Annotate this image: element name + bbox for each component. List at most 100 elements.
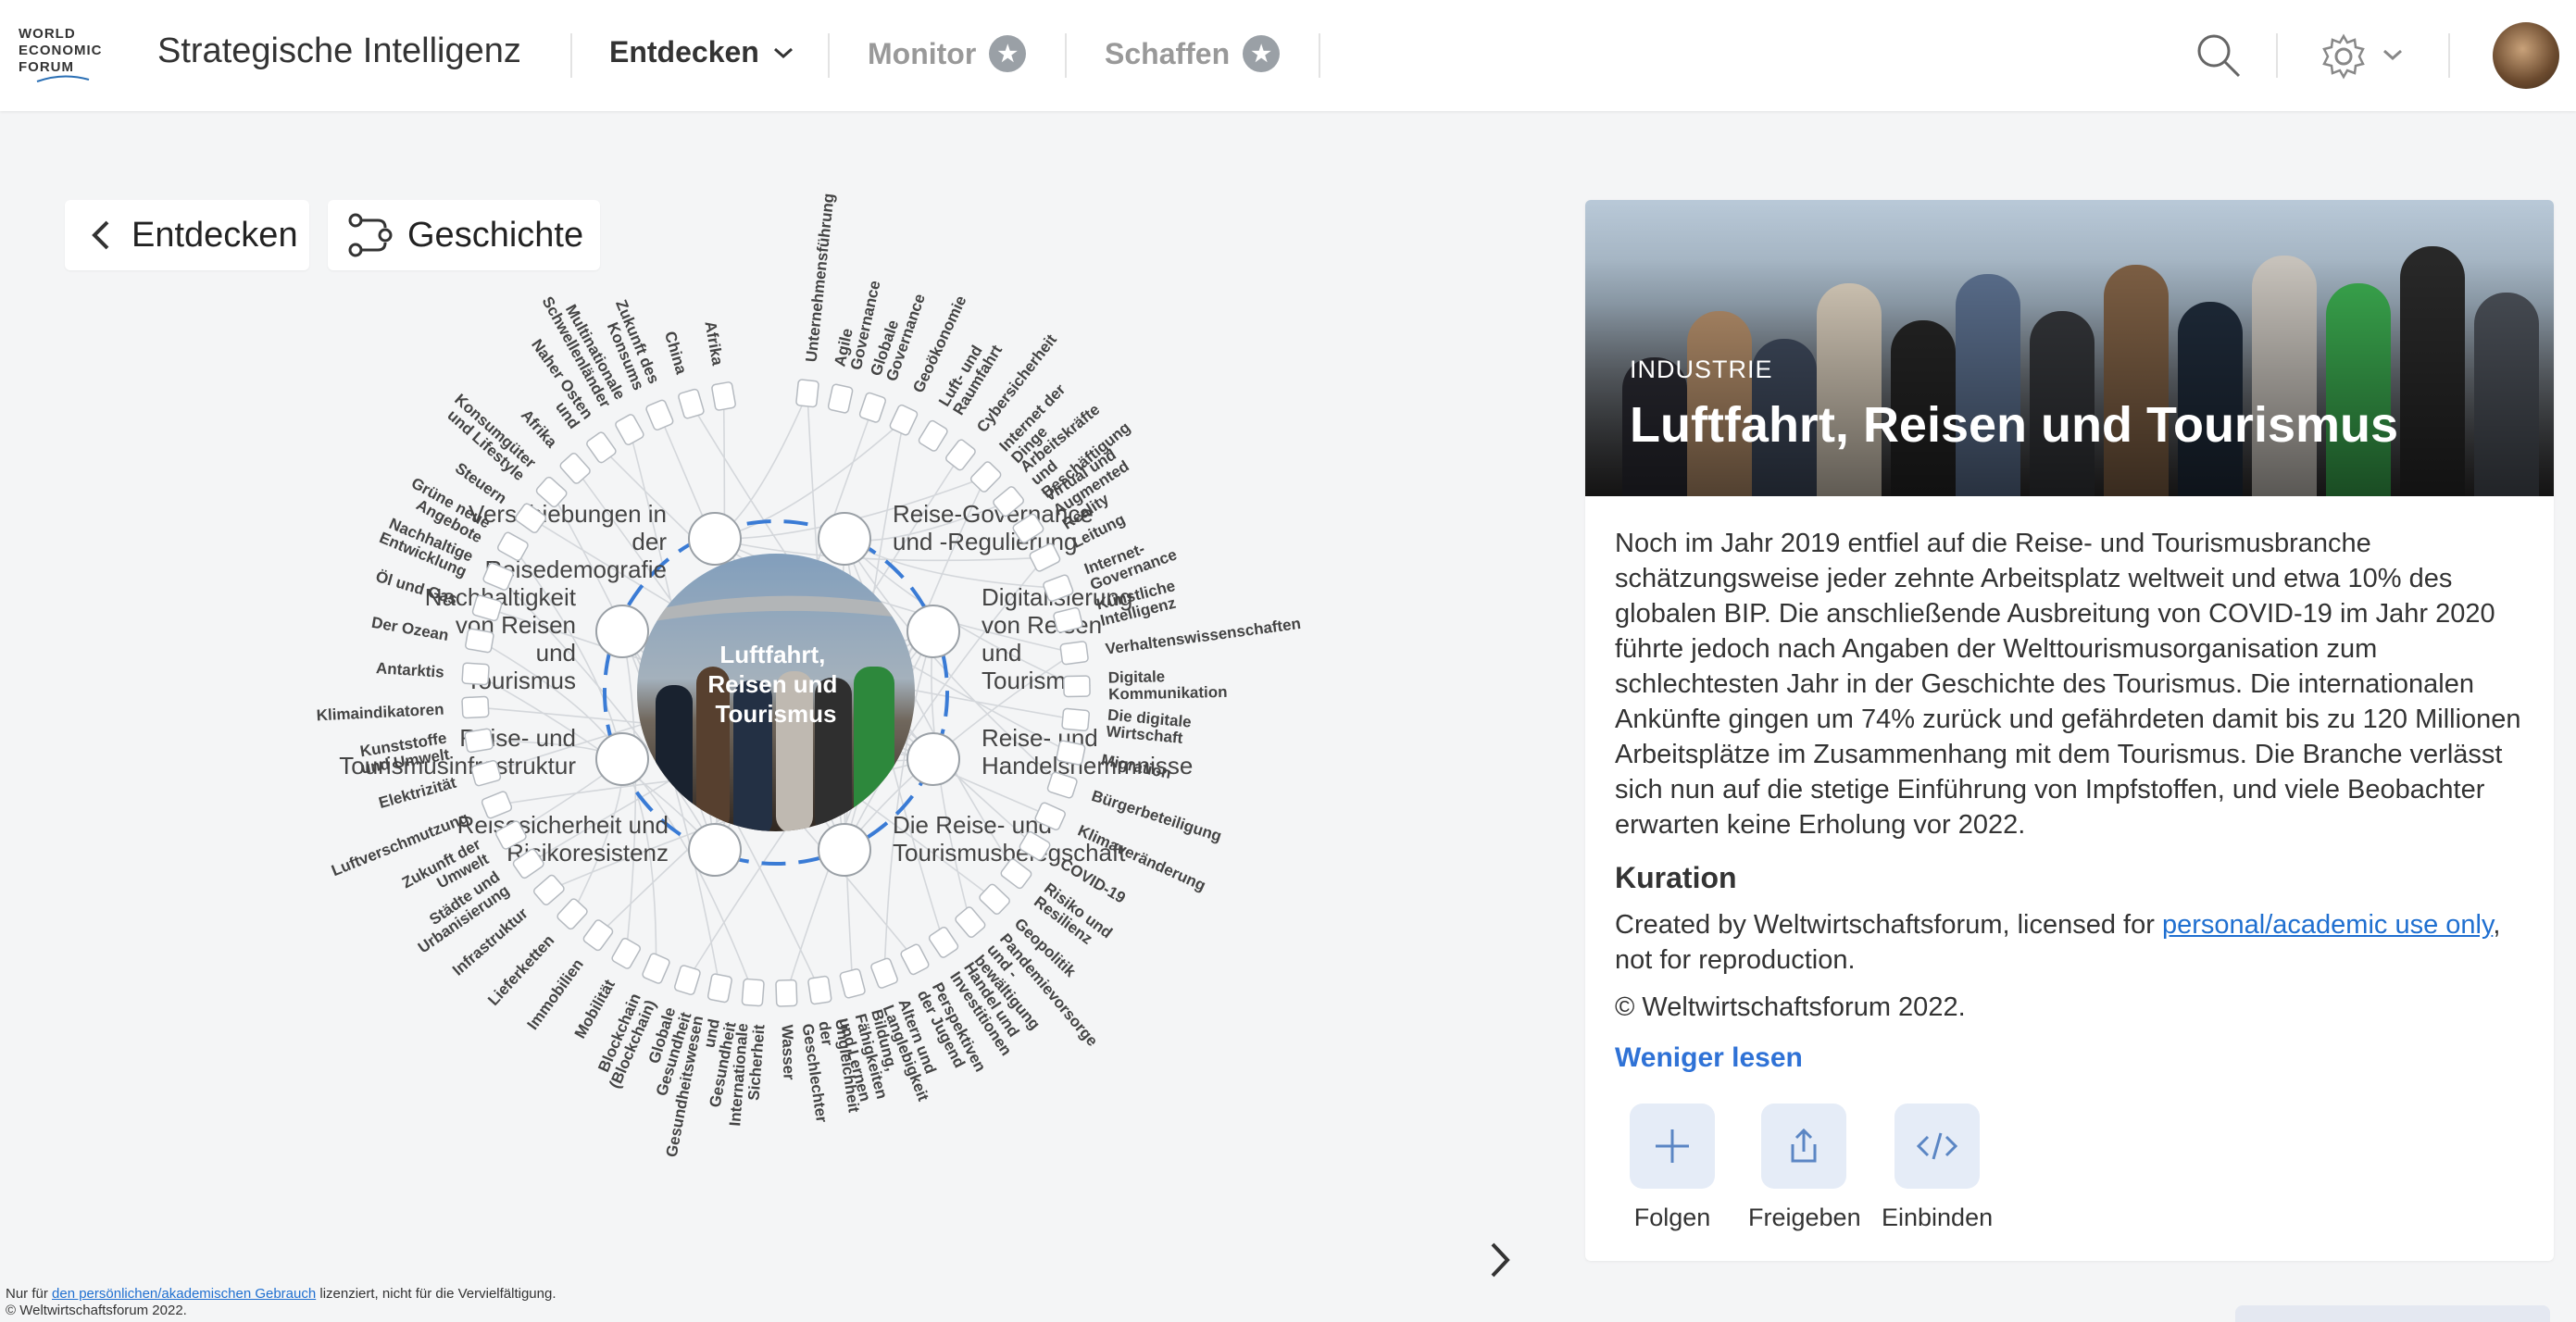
topic-node[interactable]	[707, 973, 732, 1004]
topic-node[interactable]	[889, 404, 919, 436]
topic-node[interactable]	[900, 943, 930, 976]
topic-node[interactable]	[711, 381, 736, 411]
read-less-link[interactable]: Weniger lesen	[1615, 1042, 1803, 1074]
topic-label-line: Der Ozean	[370, 614, 450, 644]
topic-label-line: Afrika	[701, 319, 726, 367]
topic-node[interactable]	[954, 905, 986, 939]
topic-node[interactable]	[1061, 707, 1091, 731]
key-issue-label[interactable]: Reisesicherheit und Risikoresistenz	[457, 811, 669, 867]
footer-license-link[interactable]: den persönlichen/akademischen Gebrauch	[52, 1286, 316, 1302]
license-footer: Nur für den persönlichen/akademischen Ge…	[6, 1286, 556, 1319]
transformation-map[interactable]: Luftfahrt, Reisen und Tourismus Verschie…	[0, 111, 1574, 1268]
key-issue-node[interactable]	[688, 823, 742, 877]
key-issue-node[interactable]	[595, 605, 649, 658]
topic-label[interactable]: Afrika	[701, 319, 726, 367]
nav-schaffen-label: Schaffen	[1105, 36, 1231, 70]
topic-node[interactable]	[642, 953, 670, 984]
center-topic-label[interactable]: Luftfahrt, Reisen und Tourismus	[707, 641, 844, 728]
center-label-line: Tourismus	[716, 700, 837, 728]
topic-node[interactable]	[1056, 740, 1086, 766]
topic-node[interactable]	[556, 898, 588, 931]
share-button[interactable]: Freigeben	[1748, 1104, 1861, 1232]
topic-label[interactable]: Die digitaleWirtschaft	[1106, 706, 1193, 748]
topic-node[interactable]	[645, 399, 674, 430]
embed-label: Einbinden	[1882, 1204, 1994, 1231]
topic-node[interactable]	[858, 392, 887, 423]
topic-detail-panel: INDUSTRIE Luftfahrt, Reisen und Tourismu…	[1585, 200, 2554, 1261]
topic-node[interactable]	[775, 979, 798, 1007]
topic-title: Luftfahrt, Reisen und Tourismus	[1630, 397, 2399, 453]
topic-node[interactable]	[678, 388, 705, 419]
topic-node[interactable]	[673, 965, 701, 995]
topic-node[interactable]	[807, 975, 832, 1005]
key-issue-node[interactable]	[907, 605, 960, 658]
key-issue-node[interactable]	[595, 732, 649, 786]
topic-node[interactable]	[1059, 641, 1089, 666]
topic-node[interactable]	[464, 728, 494, 754]
topic-label[interactable]: Antarktis	[376, 659, 445, 681]
wef-logo[interactable]: WORLD ECONOMIC FORUM	[19, 26, 120, 85]
divider	[1065, 33, 1067, 78]
topic-node[interactable]	[741, 978, 765, 1007]
topic-node[interactable]	[1063, 675, 1091, 698]
transformation-map-svg[interactable]: Luftfahrt, Reisen und Tourismus Verschie…	[0, 111, 1574, 1268]
key-issue-node[interactable]	[818, 823, 871, 877]
key-issue-label-line: und	[536, 639, 576, 667]
nav-schaffen[interactable]: Schaffen ★	[1105, 35, 1281, 72]
key-issue-node[interactable]	[818, 512, 871, 566]
topic-node[interactable]	[839, 968, 866, 999]
topic-node[interactable]	[461, 695, 490, 719]
footer-prefix: Nur für	[6, 1286, 53, 1302]
topic-label[interactable]: Unternehmensführung	[803, 193, 838, 363]
bottom-tab[interactable]	[2235, 1305, 2550, 1322]
search-icon[interactable]	[2195, 31, 2243, 80]
topic-node[interactable]	[944, 439, 977, 472]
nav-entdecken[interactable]: Entdecken	[609, 35, 794, 69]
topic-node[interactable]	[870, 957, 899, 989]
topic-node[interactable]	[969, 460, 1002, 493]
topic-label[interactable]: DigitaleKommunikation	[1108, 667, 1228, 704]
topic-node[interactable]	[559, 452, 592, 485]
license-link[interactable]: personal/academic use only	[2162, 910, 2493, 940]
topic-node[interactable]	[918, 419, 948, 452]
follow-button[interactable]: Folgen	[1617, 1104, 1728, 1232]
topic-label[interactable]: Wasser	[779, 1024, 798, 1080]
topic-node[interactable]	[928, 926, 959, 959]
embed-button[interactable]: Einbinden	[1882, 1104, 1993, 1232]
gear-icon[interactable]	[2320, 33, 2367, 80]
nav-monitor-label: Monitor	[868, 36, 977, 70]
topic-description: Noch im Jahr 2019 entfiel auf die Reise-…	[1615, 529, 2521, 840]
nav-monitor[interactable]: Monitor ★	[868, 35, 1027, 72]
logo-line: ECONOMIC	[19, 43, 103, 58]
chevron-down-icon[interactable]	[2382, 48, 2404, 63]
topic-label[interactable]: China	[661, 330, 691, 377]
topic-hero-image: INDUSTRIE Luftfahrt, Reisen und Tourismu…	[1585, 200, 2554, 496]
topic-node[interactable]	[614, 413, 644, 445]
next-arrow-button[interactable]	[1482, 1237, 1519, 1293]
divider	[2448, 33, 2450, 78]
key-issue-node[interactable]	[907, 732, 960, 786]
logo-line: WORLD	[19, 26, 76, 42]
topic-node[interactable]	[532, 874, 566, 906]
curation-heading: Kuration	[1615, 861, 1737, 894]
topic-node[interactable]	[465, 628, 494, 654]
topic-node[interactable]	[827, 383, 854, 414]
avatar[interactable]	[2493, 22, 2559, 89]
topic-node[interactable]	[978, 883, 1010, 916]
copyright-text: © Weltwirtschaftsforum 2022.	[1615, 992, 1966, 1022]
share-label: Freigeben	[1748, 1204, 1861, 1231]
topic-label[interactable]: Der Ozean	[370, 614, 450, 644]
embed-code-icon	[1894, 1104, 1980, 1189]
app-title[interactable]: Strategische Intelligenz	[157, 31, 521, 71]
topic-label[interactable]: Klimaindikatoren	[316, 701, 444, 725]
plus-icon	[1630, 1104, 1715, 1189]
topic-label-line: Antarktis	[376, 659, 445, 681]
key-issue-node[interactable]	[688, 512, 742, 566]
topic-node[interactable]	[611, 937, 642, 969]
share-icon	[1761, 1104, 1846, 1189]
topic-node[interactable]	[795, 379, 819, 408]
topic-label-line: Klimaindikatoren	[316, 701, 444, 725]
topic-node[interactable]	[461, 662, 490, 686]
center-label-line: Reisen und	[707, 670, 837, 698]
follow-label: Folgen	[1633, 1204, 1711, 1231]
